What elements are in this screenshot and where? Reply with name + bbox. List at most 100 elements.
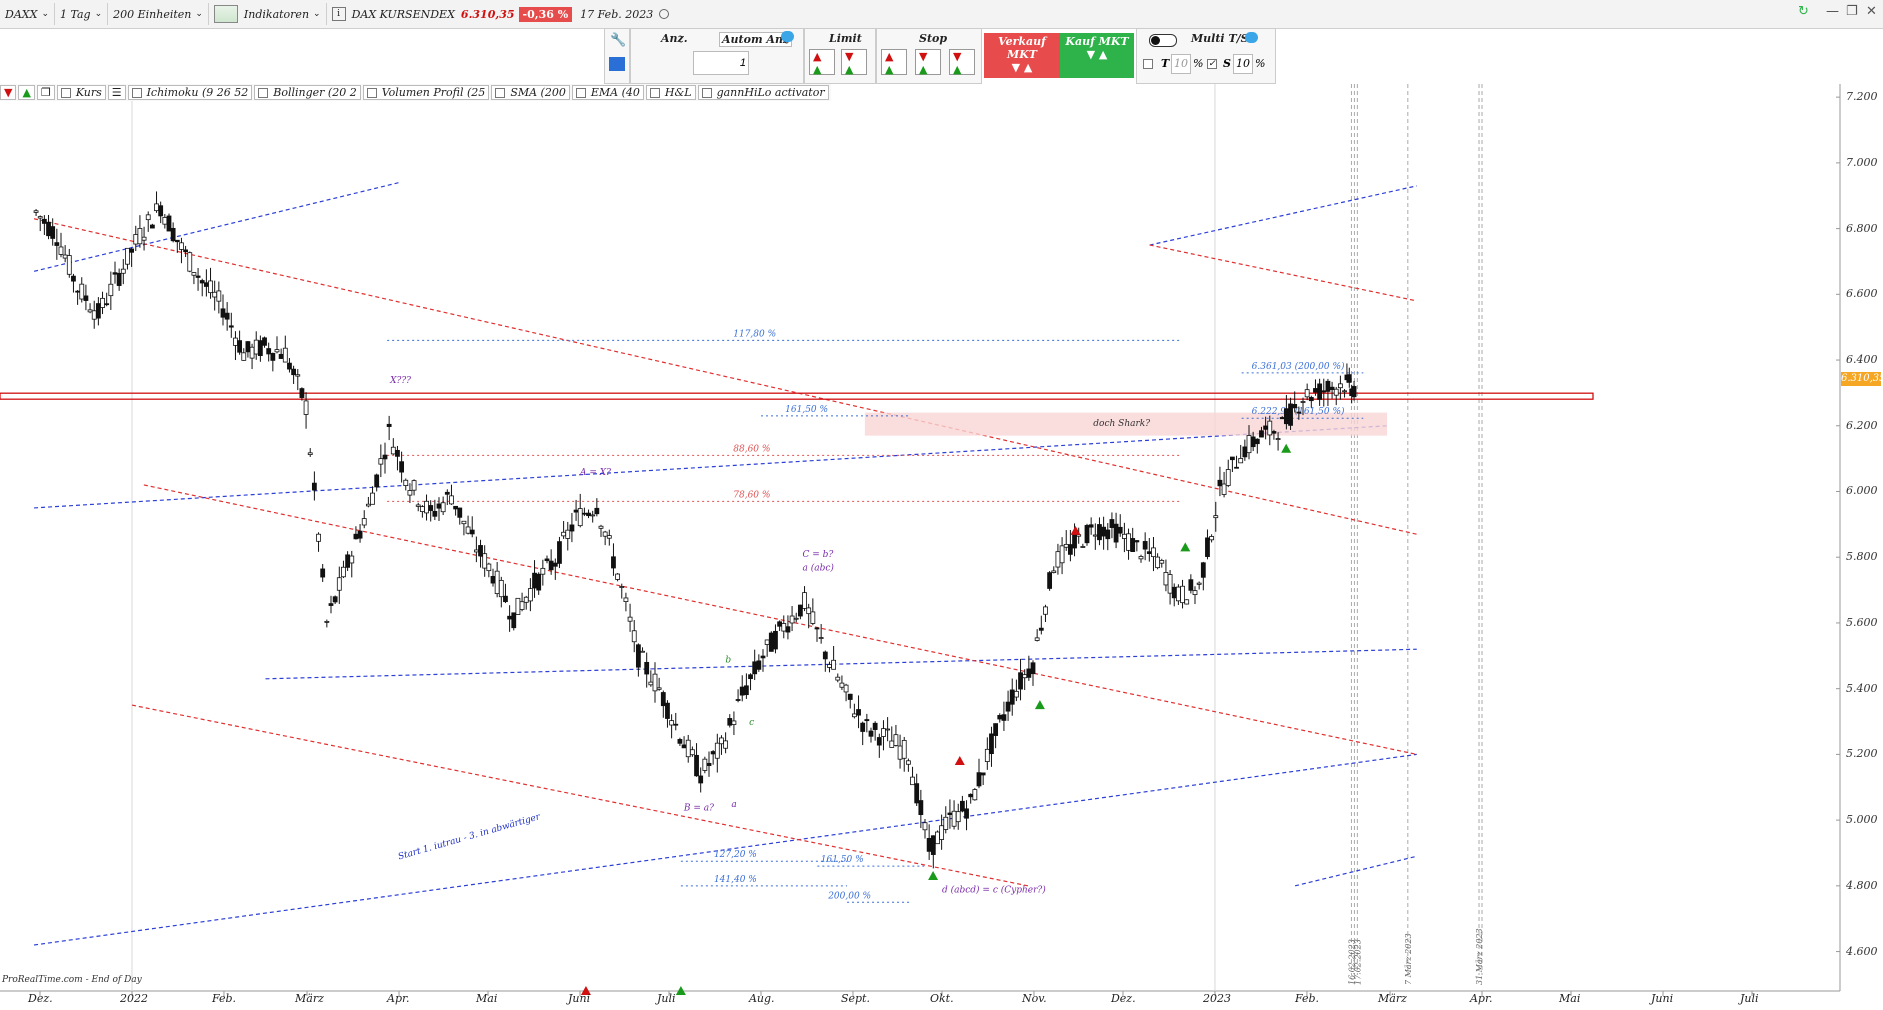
y-tick-label: 5.600: [1846, 615, 1878, 629]
candle-body: [897, 745, 903, 760]
plot-area[interactable]: [0, 84, 1840, 991]
candle-body: [1234, 466, 1239, 469]
remove-indicator-icon[interactable]: ▼: [0, 85, 17, 100]
s-checkbox[interactable]: ✓: [1207, 59, 1217, 69]
timeframe-selector[interactable]: 1 Tag ⌄: [55, 3, 109, 25]
candle-body: [1130, 538, 1136, 553]
candle-body: [1051, 570, 1057, 573]
t-value-input[interactable]: 10: [1171, 54, 1191, 74]
candle-body: [424, 500, 429, 514]
candle-body: [710, 751, 716, 755]
fib-level-label: 200,00 %: [827, 891, 871, 901]
candle-body: [183, 249, 189, 253]
minimize-icon[interactable]: —: [1826, 4, 1839, 19]
symbol-selector[interactable]: DAXX ⌄: [0, 3, 55, 25]
candle-body: [353, 533, 359, 540]
price-chart[interactable]: 16.02.202317.02.2023 7 März 2023 31 März 2…: [0, 0, 1883, 1010]
wrench-icon[interactable]: 🔧: [610, 33, 626, 48]
candle-body: [548, 560, 554, 571]
list-icon[interactable]: ☰: [107, 85, 126, 100]
status-circle-icon: [659, 9, 670, 19]
sell-market-button[interactable]: Verkauf MKT ▼ ▲: [984, 33, 1060, 78]
candle-body: [71, 275, 76, 282]
indicator-sma[interactable]: SMA (200: [491, 85, 570, 100]
units-selector[interactable]: 200 Einheiten ⌄: [108, 3, 209, 25]
candle-body: [565, 529, 571, 539]
indicator-gannhilo[interactable]: gannHiLo activator: [697, 85, 829, 100]
refresh-icon[interactable]: ↻: [1798, 4, 1809, 19]
limit-sell-button[interactable]: ▼ ▲: [841, 49, 867, 76]
buy-market-button[interactable]: Kauf MKT ▼ ▲: [1060, 33, 1134, 78]
candle-body: [1263, 425, 1269, 430]
indicator-label: H&L: [664, 86, 692, 99]
candle-body: [727, 718, 733, 726]
quantity-input[interactable]: [693, 51, 749, 75]
add-indicator-icon[interactable]: ▲: [18, 85, 35, 100]
candle-body: [116, 272, 122, 286]
candle-body: [561, 531, 567, 537]
y-tick-label: 7.200: [1846, 90, 1878, 104]
candle-body: [910, 776, 915, 786]
checkbox-icon: [366, 87, 377, 98]
calculator-icon[interactable]: [609, 57, 625, 71]
candle-body: [212, 291, 218, 298]
candle-body: [349, 555, 355, 564]
t-checkbox[interactable]: [1143, 59, 1153, 69]
s-pct: %: [1255, 57, 1266, 70]
candle-body: [332, 596, 338, 603]
candle-body: [100, 297, 105, 308]
price-axis[interactable]: [1840, 84, 1883, 991]
chat-icon[interactable]: [1245, 32, 1258, 43]
candle-body: [133, 234, 139, 245]
candle-body: [648, 681, 654, 686]
candle-body: [1146, 551, 1152, 554]
restore-icon[interactable]: ❐: [1846, 4, 1858, 19]
indicator-ema[interactable]: EMA (40: [571, 85, 644, 100]
candle-body: [698, 775, 704, 784]
stop-sell-button[interactable]: ▼ ▲: [915, 49, 941, 76]
checkbox-icon: [575, 87, 586, 98]
stop-trailing-button[interactable]: ▼ ▲: [949, 49, 975, 76]
multi-ts-panel: Multi T/S T 10 % ✓ S 10 %: [1136, 28, 1276, 84]
candle-body: [806, 607, 812, 615]
s-label: S: [1223, 57, 1231, 70]
stop-buy-button[interactable]: ▲ ▲: [881, 49, 907, 76]
x-tick-label: Dez.: [28, 992, 53, 1005]
candle-body: [673, 723, 679, 726]
candle-body: [731, 720, 737, 725]
indicator-label: EMA (40: [590, 86, 640, 99]
s-value-input[interactable]: 10: [1233, 54, 1253, 74]
limit-label: Limit: [829, 32, 862, 45]
limit-buy-button[interactable]: ▲ ▲: [809, 49, 835, 76]
indicators-button[interactable]: Indikatoren ⌄: [209, 3, 327, 25]
candle-body: [278, 353, 284, 359]
candle-body: [515, 597, 521, 615]
candle-body: [984, 748, 990, 762]
candle-body: [324, 620, 330, 623]
candle-body: [365, 503, 371, 507]
anz-label: Anz.: [661, 32, 688, 45]
candle-body: [386, 423, 392, 427]
candle-body: [1259, 430, 1264, 438]
indicator-bollinger[interactable]: Bollinger (20 2: [254, 85, 361, 100]
multi-toggle[interactable]: [1149, 34, 1177, 47]
candle-body: [1030, 662, 1036, 675]
chat-icon[interactable]: [781, 31, 794, 42]
candle-body: [1063, 543, 1069, 548]
candle-body: [295, 374, 301, 377]
candle-body: [669, 720, 675, 726]
indicator-kurs[interactable]: Kurs: [56, 85, 106, 100]
indicator-hl[interactable]: H&L: [645, 85, 696, 100]
indicator-ichimoku[interactable]: Ichimoku (9 26 52: [127, 85, 253, 100]
candle-body: [432, 510, 438, 517]
candle-body: [872, 722, 878, 730]
candle-body: [428, 505, 434, 511]
pattern-annotation: d (abcd) = c (Cypher?): [942, 884, 1046, 895]
candle-body: [752, 661, 758, 675]
candle-body: [980, 772, 986, 776]
indicator-volume-profile[interactable]: Volumen Profil (25: [362, 85, 490, 100]
candle-body: [473, 549, 479, 553]
close-icon[interactable]: ✕: [1866, 4, 1877, 19]
window-icon[interactable]: ❐: [36, 85, 55, 100]
indicator-label: gannHiLo activator: [716, 86, 825, 99]
